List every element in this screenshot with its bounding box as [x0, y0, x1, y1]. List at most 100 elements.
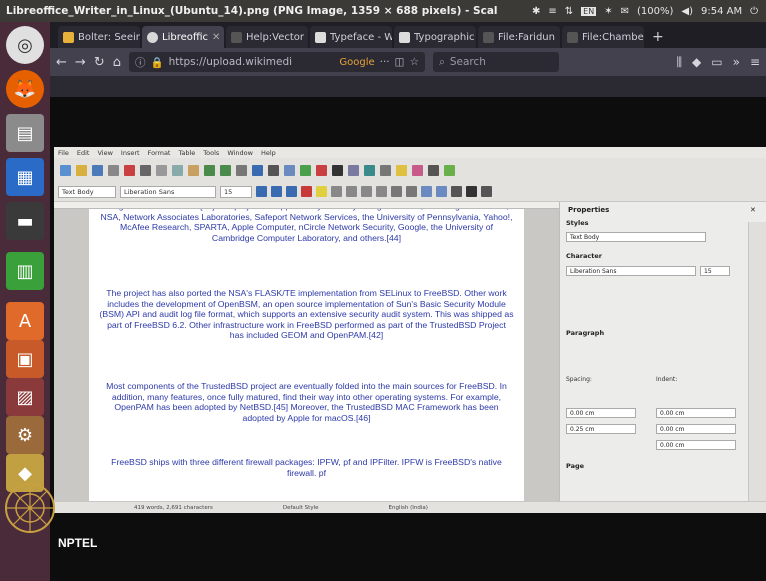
back-icon[interactable]: ←	[56, 55, 67, 70]
paragraph-1: integrated into FreeBSD.[43] The project…	[100, 209, 513, 243]
sidebar-icon[interactable]: ▭	[711, 55, 722, 70]
document-page: integrated into FreeBSD.[43] The project…	[89, 209, 524, 501]
forward-icon[interactable]: →	[75, 55, 86, 70]
pocket-button-icon[interactable]: ◆	[692, 55, 701, 70]
keyboard-layout[interactable]: EN	[581, 6, 597, 16]
tab-favicon-icon	[147, 31, 158, 43]
paste-icon	[188, 164, 199, 176]
libreoffice-writer-image[interactable]: File Edit View Insert Format Table Tools…	[54, 147, 766, 513]
search-input[interactable]: ⌕ Search	[432, 52, 559, 72]
impress-icon[interactable]: ▣	[6, 340, 44, 378]
cut-icon	[156, 164, 167, 176]
page-actions-icon[interactable]: ···	[380, 56, 390, 68]
comment-icon	[396, 164, 407, 176]
table-icon	[284, 164, 295, 176]
terminal-icon[interactable]: ▬	[6, 202, 44, 240]
menu-help: Help	[260, 148, 276, 157]
lock-icon: 🔒	[150, 56, 164, 69]
character-icon	[466, 186, 477, 197]
home-icon[interactable]: ⌂	[113, 55, 121, 70]
paragraph-section-header: Paragraph	[566, 329, 605, 337]
open-icon	[76, 164, 87, 176]
browser-tab-active[interactable]: Libreoffic ✕	[142, 26, 224, 48]
chart-icon	[316, 164, 327, 176]
power-icon[interactable]: ⏻	[750, 6, 758, 17]
hamburger-menu-icon[interactable]: ≡	[750, 55, 760, 70]
save-icon	[92, 164, 103, 176]
calc-icon[interactable]: ▥	[6, 252, 44, 290]
close-tab-icon[interactable]: ✕	[212, 32, 220, 43]
browser-tab[interactable]: Typeface - W	[310, 26, 392, 48]
writer-icon[interactable]: ▦	[6, 158, 44, 196]
increase-indent-icon	[421, 186, 432, 197]
tab-favicon-icon	[483, 31, 494, 43]
indent-before-field: 0.00 cm	[656, 408, 736, 418]
dash-home-icon[interactable]: ◎	[6, 26, 44, 64]
image-icon	[300, 164, 311, 176]
info-icon[interactable]: ⓘ	[135, 55, 146, 70]
menu-format: Format	[147, 148, 171, 157]
font-color-icon	[301, 186, 312, 197]
clock[interactable]: 9:54 AM	[701, 6, 742, 17]
sidebar-deck-tabs	[748, 222, 766, 501]
lo-statusbar: 419 words, 2,691 characters Default Styl…	[54, 501, 766, 513]
app-icon[interactable]: ▨	[6, 378, 44, 416]
browser-tab[interactable]: File:Faridun	[478, 26, 560, 48]
bold-icon	[256, 186, 267, 197]
sidebar-size-combo: 15	[700, 266, 730, 276]
mail-icon[interactable]: ✉	[621, 6, 629, 17]
footnote-icon	[380, 164, 391, 176]
new-tab-icon[interactable]: +	[646, 26, 670, 48]
textbox-icon	[332, 164, 343, 176]
align-right-icon	[361, 186, 372, 197]
menu-view: View	[97, 148, 113, 157]
paragraph-2: The project has also ported the NSA's FL…	[99, 288, 514, 341]
tab-favicon-icon	[567, 31, 578, 43]
spacing-above-field: 0.00 cm	[566, 408, 636, 418]
library-icon[interactable]: ⫼	[676, 55, 682, 70]
menu-edit: Edit	[76, 148, 90, 157]
page-section-header: Page	[566, 462, 585, 470]
document-area: integrated into FreeBSD.[43] The project…	[54, 209, 559, 501]
pocket-icon[interactable]: ◫	[395, 56, 405, 68]
lo-menubar: File Edit View Insert Format Table Tools…	[54, 147, 766, 158]
styles-section-header: Styles	[566, 219, 589, 227]
reload-icon[interactable]: ↻	[94, 55, 105, 70]
justify-icon	[376, 186, 387, 197]
hyperlink-icon	[364, 164, 375, 176]
software-center-icon[interactable]: A	[6, 302, 44, 340]
tab-favicon-icon	[63, 31, 74, 43]
menu-icon[interactable]: ≡	[548, 6, 556, 17]
indent-first-line-field: 0.00 cm	[656, 440, 736, 450]
overflow-icon[interactable]: »	[733, 55, 740, 70]
bluetooth-icon[interactable]: ✶	[604, 6, 612, 17]
url-bar[interactable]: ⓘ 🔒 https://upload.wikimedi Google ··· ◫…	[128, 52, 425, 72]
browser-tab[interactable]: Bolter: Seein	[58, 26, 140, 48]
tab-favicon-icon	[399, 31, 410, 43]
line-icon	[428, 164, 439, 176]
styles-icon	[481, 186, 492, 197]
paragraph-3: Most components of the TrustedBSD projec…	[106, 381, 507, 423]
system-status-area: ✱ ≡ ⇅ EN ✶ ✉ (100%) ◀) 9:54 AM ⏻	[532, 6, 766, 17]
menu-window: Window	[227, 148, 253, 157]
word-count: 419 words, 2,691 characters	[134, 504, 213, 511]
paragraph-marks-icon	[451, 186, 462, 197]
align-center-icon	[346, 186, 357, 197]
volume-icon[interactable]: ◀)	[681, 6, 693, 17]
bullets-icon	[391, 186, 402, 197]
paragraph-style-combo: Text Body	[58, 185, 116, 198]
settings-icon[interactable]: ✱	[532, 6, 540, 17]
files-icon[interactable]: ▤	[6, 114, 44, 152]
settings-app-icon[interactable]: ⚙	[6, 416, 44, 454]
browser-tab[interactable]: File:Chambe	[562, 26, 644, 48]
battery-status[interactable]: (100%)	[637, 6, 673, 17]
browser-tab[interactable]: Typographic	[394, 26, 476, 48]
pdf-icon	[124, 164, 135, 176]
network-icon[interactable]: ⇅	[565, 6, 573, 17]
menu-table: Table	[178, 148, 196, 157]
browser-tab[interactable]: Help:Vector	[226, 26, 308, 48]
firefox-icon[interactable]: 🦊	[6, 70, 44, 108]
character-section-header: Character	[566, 252, 602, 260]
shapes-icon	[444, 164, 455, 176]
bookmark-star-icon[interactable]: ☆	[410, 56, 419, 68]
